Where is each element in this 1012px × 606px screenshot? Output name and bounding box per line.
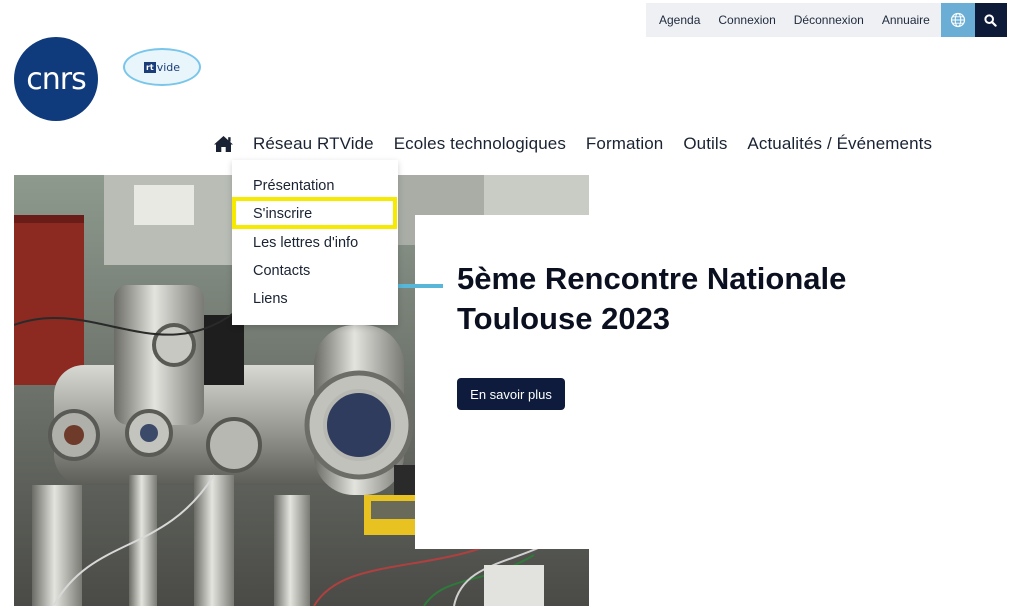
rtvide-logo-text: vide bbox=[156, 60, 181, 74]
en-savoir-plus-button[interactable]: En savoir plus bbox=[457, 378, 565, 410]
rtvide-logo-mark: rt vide bbox=[143, 60, 181, 74]
nav-item-formation[interactable]: Formation bbox=[586, 134, 663, 154]
rtvide-logo[interactable]: rt vide bbox=[123, 48, 201, 86]
reseau-rtvide-dropdown: Présentation S'inscrire Les lettres d'in… bbox=[232, 160, 398, 325]
home-icon bbox=[213, 136, 233, 152]
rtvide-logo-box: rt bbox=[143, 61, 156, 73]
cnrs-logo-text: cnrs bbox=[26, 61, 86, 97]
dropdown-item-contacts[interactable]: Contacts bbox=[232, 261, 398, 289]
hero-accent-line bbox=[398, 284, 443, 288]
language-button[interactable] bbox=[940, 3, 975, 37]
top-utility-bar: Agenda Connexion Déconnexion Annuaire bbox=[646, 3, 1007, 37]
deconnexion-link[interactable]: Déconnexion bbox=[785, 13, 873, 27]
search-icon bbox=[984, 13, 998, 27]
search-button[interactable] bbox=[974, 3, 1007, 37]
dropdown-item-presentation[interactable]: Présentation bbox=[232, 176, 398, 204]
home-link[interactable] bbox=[212, 134, 234, 154]
cnrs-logo[interactable]: cnrs bbox=[14, 37, 98, 121]
nav-item-ecoles-technologiques[interactable]: Ecoles technologiques bbox=[394, 134, 566, 154]
dropdown-item-liens[interactable]: Liens bbox=[232, 289, 398, 317]
globe-icon bbox=[950, 12, 965, 28]
main-nav: Réseau RTVide Ecoles technologiques Form… bbox=[212, 131, 932, 157]
top-links: Agenda Connexion Déconnexion Annuaire bbox=[646, 3, 941, 37]
connexion-link[interactable]: Connexion bbox=[709, 13, 784, 27]
hero-title: 5ème Rencontre Nationale Toulouse 2023 bbox=[457, 259, 1002, 339]
annuaire-link[interactable]: Annuaire bbox=[873, 13, 939, 27]
agenda-link[interactable]: Agenda bbox=[650, 13, 709, 27]
dropdown-item-lettres-info[interactable]: Les lettres d'info bbox=[232, 233, 398, 261]
nav-item-actualites-evenements[interactable]: Actualités / Événements bbox=[747, 134, 932, 154]
dropdown-item-sinscrire[interactable]: S'inscrire bbox=[232, 204, 398, 232]
hero-title-line-1: 5ème Rencontre Nationale bbox=[457, 261, 847, 296]
hero-title-line-2: Toulouse 2023 bbox=[457, 301, 671, 336]
nav-item-reseau-rtvide[interactable]: Réseau RTVide bbox=[253, 134, 374, 154]
nav-item-outils[interactable]: Outils bbox=[683, 134, 727, 154]
